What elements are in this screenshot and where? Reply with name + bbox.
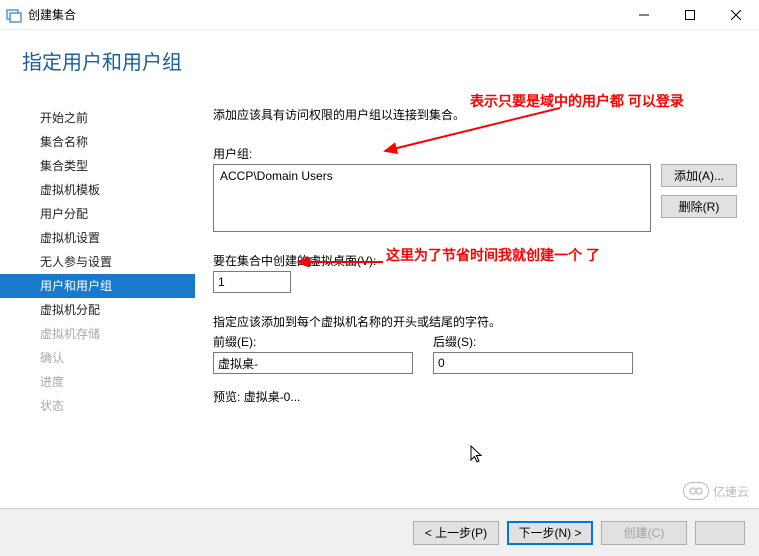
nav-collection-type[interactable]: 集合类型 <box>0 154 195 178</box>
nav-before-start[interactable]: 开始之前 <box>0 106 195 130</box>
content-area: 开始之前 集合名称 集合类型 虚拟机模板 用户分配 虚拟机设置 无人参与设置 用… <box>0 88 759 508</box>
nav-collection-name[interactable]: 集合名称 <box>0 130 195 154</box>
user-group-label: 用户组: <box>213 145 739 162</box>
desktop-count-input[interactable] <box>213 271 291 293</box>
naming-note: 指定应该添加到每个虚拟机名称的开头或结尾的字符。 <box>213 313 739 330</box>
listbox-buttons: 添加(A)... 删除(R) <box>661 164 737 218</box>
create-button: 创建(C) <box>601 521 687 545</box>
previous-button[interactable]: < 上一步(P) <box>413 521 499 545</box>
remove-button[interactable]: 删除(R) <box>661 195 737 218</box>
desktop-count-row <box>213 271 739 293</box>
nav-status: 状态 <box>0 394 195 418</box>
window-title: 创建集合 <box>28 6 76 23</box>
wizard-sidebar: 开始之前 集合名称 集合类型 虚拟机模板 用户分配 虚拟机设置 无人参与设置 用… <box>0 88 195 508</box>
suffix-input[interactable] <box>433 352 633 374</box>
user-group-item[interactable]: ACCP\Domain Users <box>220 169 644 183</box>
nav-confirm: 确认 <box>0 346 195 370</box>
nav-user-assignment[interactable]: 用户分配 <box>0 202 195 226</box>
next-button[interactable]: 下一步(N) > <box>507 521 593 545</box>
main-panel: 添加应该具有访问权限的用户组以连接到集合。 用户组: ACCP\Domain U… <box>195 88 759 508</box>
preview-row: 预览: 虚拟桌-0... <box>213 388 739 405</box>
nav-unattended-settings[interactable]: 无人参与设置 <box>0 250 195 274</box>
desktop-count-label: 要在集合中创建的虚拟桌面(V): <box>213 252 739 269</box>
page-title: 指定用户和用户组 <box>22 46 759 75</box>
add-button[interactable]: 添加(A)... <box>661 164 737 187</box>
description-text: 添加应该具有访问权限的用户组以连接到集合。 <box>213 106 739 123</box>
nav-vm-storage: 虚拟机存储 <box>0 322 195 346</box>
preview-label: 预览: <box>213 390 240 404</box>
nav-vm-template[interactable]: 虚拟机模板 <box>0 178 195 202</box>
maximize-button[interactable] <box>667 0 713 30</box>
user-group-listbox[interactable]: ACCP\Domain Users <box>213 164 651 232</box>
affix-row: 前缀(E): 后缀(S): <box>213 333 739 374</box>
cancel-button <box>695 521 745 545</box>
title-bar: 创建集合 <box>0 0 759 30</box>
prefix-label: 前缀(E): <box>213 333 433 350</box>
nav-vm-settings[interactable]: 虚拟机设置 <box>0 226 195 250</box>
close-button[interactable] <box>713 0 759 30</box>
nav-users-and-groups[interactable]: 用户和用户组 <box>0 274 195 298</box>
wizard-footer: < 上一步(P) 下一步(N) > 创建(C) <box>0 508 759 556</box>
minimize-button[interactable] <box>621 0 667 30</box>
nav-vm-allocation[interactable]: 虚拟机分配 <box>0 298 195 322</box>
app-icon <box>6 7 22 23</box>
preview-value: 虚拟桌-0... <box>244 390 301 404</box>
user-group-row: ACCP\Domain Users 添加(A)... 删除(R) <box>213 164 739 232</box>
nav-progress: 进度 <box>0 370 195 394</box>
prefix-input[interactable] <box>213 352 413 374</box>
suffix-label: 后缀(S): <box>433 333 653 350</box>
